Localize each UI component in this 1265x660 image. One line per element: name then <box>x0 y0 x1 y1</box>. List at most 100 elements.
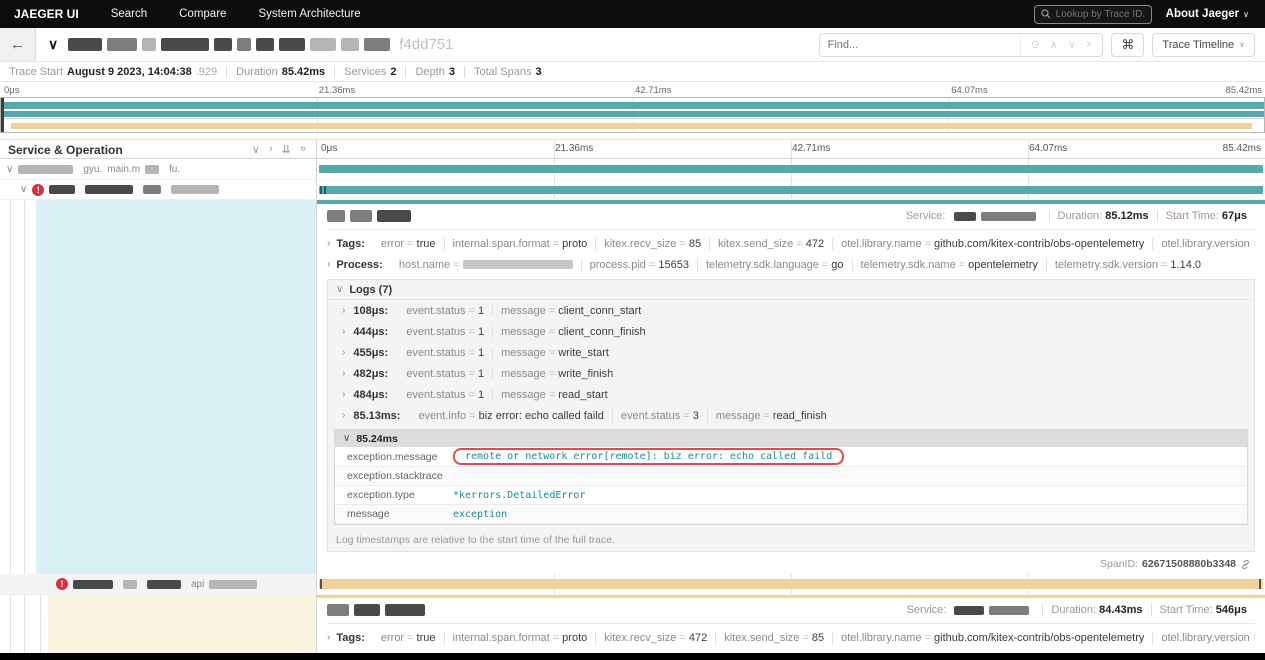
span-detail-card: Service: Duration: 84.43ms Start Time: 5… <box>317 595 1265 653</box>
logs-section: ∨ Logs (7) › 108μs: event.status = 1 messag… <box>327 279 1255 552</box>
tags-row[interactable]: › Tags: error = true internal.span.format = p… <box>317 627 1265 648</box>
log-field-key: message <box>501 304 546 317</box>
log-timestamp: 444μs: <box>353 325 389 338</box>
log-entry[interactable]: › 108μs: event.status = 1 message = client_co… <box>328 300 1254 321</box>
expand-chevron-icon: › <box>327 632 331 643</box>
expand-chevron-icon: › <box>342 326 346 337</box>
collapse-chevron-icon: ∨ <box>336 284 344 295</box>
tags-row[interactable]: › Tags: error = true internal.span.format = p… <box>317 233 1265 254</box>
span-name-cell[interactable]: ∨ gyu. main.m fu. <box>0 159 317 180</box>
expanded-log-header[interactable]: ∨ 85.24ms <box>335 430 1247 447</box>
span-duration: Duration: 84.43ms <box>1042 604 1150 616</box>
span-bar-cell[interactable] <box>317 574 1265 595</box>
collapse-all-icon[interactable]: ⇊ <box>282 143 291 156</box>
process-item: telemetry.sdk.name = opentelemetry <box>851 258 1046 271</box>
prev-match-icon[interactable]: ∧ <box>1050 38 1058 51</box>
span-duration-bar[interactable] <box>319 186 1263 194</box>
log-entry[interactable]: › 484μs: event.status = 1 message = read_star… <box>328 384 1254 405</box>
clear-find-icon[interactable]: × <box>1086 39 1092 51</box>
expand-chevron-icon: › <box>342 305 346 316</box>
span-row: ∨ ! <box>0 180 1265 200</box>
trace-duration: Duration 85.42ms <box>226 65 334 78</box>
nav-item-compare[interactable]: Compare <box>163 8 242 20</box>
span-bar-cell[interactable] <box>317 180 1265 200</box>
expand-one-icon[interactable]: › <box>269 143 273 156</box>
tag-key: kitex.send_size <box>724 631 800 644</box>
log-field-value: read_finish <box>772 409 827 422</box>
span-detail-header[interactable]: Service: Duration: 84.43ms Start Time: 5… <box>317 598 1265 620</box>
span-detail-left-gutter <box>0 200 317 574</box>
log-field-key: event.status <box>406 325 466 338</box>
expand-all-icon[interactable]: » <box>300 143 306 156</box>
tag-value: 472 <box>805 237 825 250</box>
process-row[interactable]: › Process: host.name = process.pid = 15653 te… <box>317 254 1265 275</box>
tag-key: error <box>380 631 405 644</box>
jaeger-trace-page: JAEGER UI Search Compare System Architec… <box>0 0 1265 660</box>
log-entry[interactable]: › 455μs: event.status = 1 message = write_sta… <box>328 342 1254 363</box>
span-row: ! api <box>0 574 1265 595</box>
process-value: go <box>831 258 844 271</box>
span-service: Service: <box>899 604 1043 616</box>
view-selector-dropdown[interactable]: Trace Timeline ∨ <box>1152 32 1255 57</box>
service-operation-title: Service & Operation <box>8 143 123 157</box>
minimap-span-bar <box>11 123 1252 129</box>
logs-title: Logs (7) <box>349 283 393 296</box>
collapse-one-icon[interactable]: ∨ <box>252 143 260 156</box>
span-duration-bar[interactable] <box>319 579 1263 589</box>
log-entry[interactable]: › 482μs: event.status = 1 message = write_fin… <box>328 363 1254 384</box>
log-marker <box>320 186 322 194</box>
next-match-icon[interactable]: ∨ <box>1068 38 1076 51</box>
log-entry[interactable]: › 85.13ms: event.info = biz error: echo ca… <box>328 405 1254 426</box>
about-jaeger-menu[interactable]: About Jaeger ∨ <box>1166 8 1249 20</box>
process-key: process.pid <box>589 258 646 271</box>
expand-chevron-icon: › <box>342 389 346 400</box>
log-entry[interactable]: › 444μs: event.status = 1 message = client_co… <box>328 321 1254 342</box>
process-value <box>462 260 573 270</box>
tag-value: 85 <box>688 237 702 250</box>
log-field-row: exception.message remote or network erro… <box>335 447 1247 467</box>
log-field: message = read_finish <box>706 409 835 422</box>
log-field: message = client_conn_finish <box>492 325 654 338</box>
keyboard-shortcuts-button[interactable]: ⌘ <box>1111 32 1145 57</box>
focus-match-icon[interactable]: ⊙ <box>1031 38 1040 51</box>
expand-chevron-icon[interactable]: ∨ <box>20 184 27 195</box>
tag-key: otel.library.version <box>1161 631 1250 644</box>
span-name-cell[interactable]: ! api <box>0 574 317 595</box>
span-name-cell[interactable]: ∨ ! <box>0 180 317 200</box>
log-field-value: *kerrors.DetailedError <box>453 489 586 501</box>
back-button[interactable]: ← <box>0 28 36 61</box>
logs-header[interactable]: ∨ Logs (7) <box>328 280 1254 300</box>
span-bar-cell[interactable] <box>317 159 1265 180</box>
minimap-drag-handle[interactable] <box>1 98 4 132</box>
trace-total-spans: Total Spans 3 <box>463 65 551 78</box>
log-field-value: 3 <box>692 409 699 422</box>
nav-item-search[interactable]: Search <box>95 8 163 20</box>
tag-item: error = true <box>380 631 436 644</box>
log-field-key: event.status <box>406 367 466 380</box>
selected-span-highlight <box>36 200 316 574</box>
tag-value: github.com/kitex-contrib/obs-opentelemet… <box>934 237 1145 250</box>
expand-chevron-icon[interactable]: ∨ <box>6 164 13 175</box>
span-detail-panel: Service: Duration: 84.43ms Start Time: 5… <box>0 595 1265 653</box>
process-value: opentelemetry <box>968 258 1038 271</box>
find-input[interactable] <box>819 33 1020 56</box>
deep-link-icon[interactable] <box>1240 559 1251 570</box>
trace-collapse-chevron-icon[interactable]: ∨ <box>48 36 58 53</box>
span-id-row: SpanID: 62671508880b3348 <box>317 558 1265 574</box>
log-field: message = client_conn_start <box>492 304 649 317</box>
trace-page-header: ← ∨ f4dd751 ⊙ ∧ ∨ × ⌘ Trace T <box>0 28 1265 62</box>
span-detail-header[interactable]: Service: Duration: 85.12ms Start Time: 6… <box>317 204 1265 226</box>
nav-item-system-architecture[interactable]: System Architecture <box>242 8 376 20</box>
trace-id-lookup-input[interactable] <box>1055 8 1145 20</box>
expanded-log-timestamp: 85.24ms <box>356 432 398 445</box>
log-field-row: message exception <box>335 505 1247 524</box>
log-field-key: event.info <box>418 409 467 422</box>
log-field-value: write_finish <box>558 367 614 380</box>
minimap-viewport[interactable] <box>0 97 1265 133</box>
tag-item: error = true <box>380 237 436 250</box>
tag-item: otel.library.name = github.com/kitex-contr… <box>832 237 1152 250</box>
span-name-fragment: main.m <box>107 163 141 175</box>
span-duration-bar[interactable] <box>319 165 1263 173</box>
tag-key: internal.span.format <box>452 631 550 644</box>
command-icon: ⌘ <box>1121 36 1135 52</box>
